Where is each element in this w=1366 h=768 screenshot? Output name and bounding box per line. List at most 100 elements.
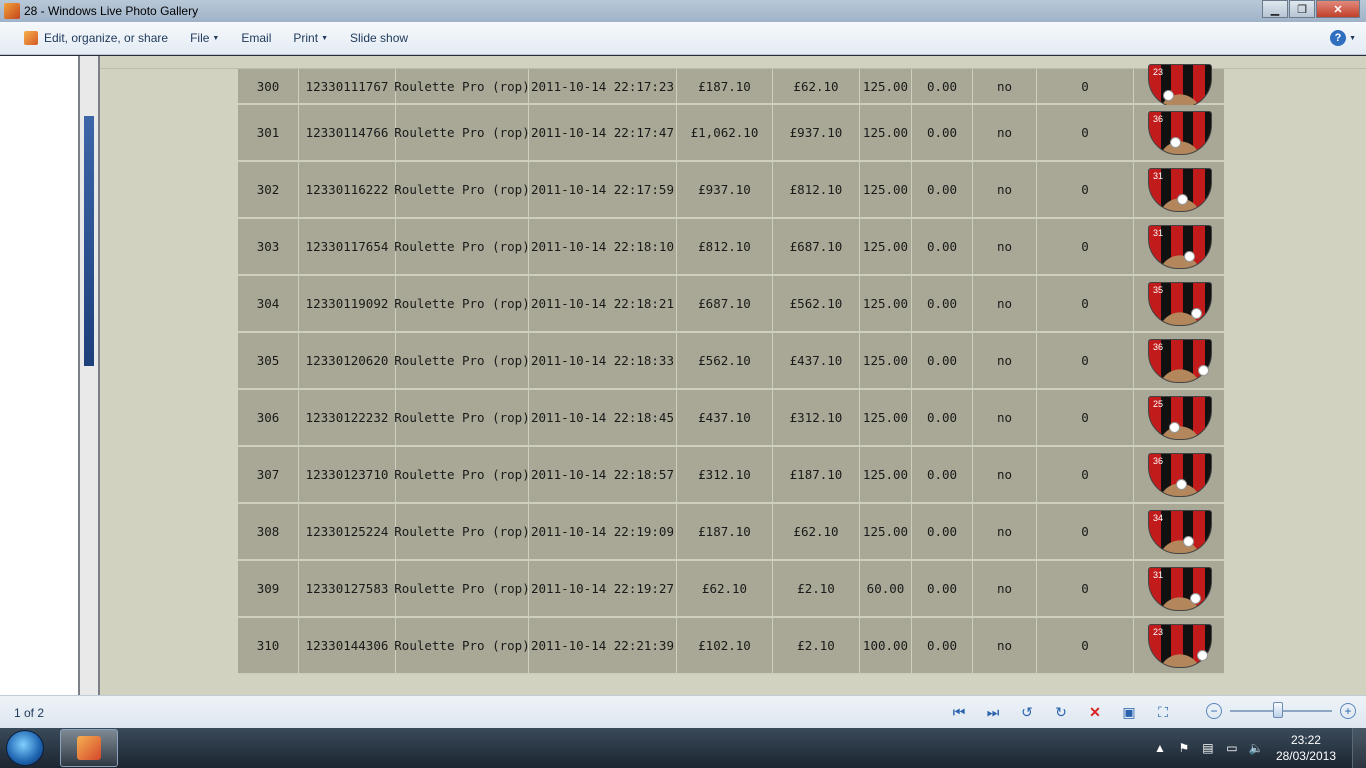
print-menu-label: Print [293, 31, 319, 45]
zoom-in-icon[interactable]: + [1340, 703, 1356, 719]
email-button[interactable]: Email [241, 31, 271, 45]
table-row: 310 12330144306 Roulette Pro (rop) 2011-10-… [238, 618, 1224, 675]
actual-size-icon[interactable]: ⛶ [1152, 702, 1174, 722]
balance-before-cell: £102.10 [677, 618, 773, 673]
rotate-left-icon[interactable]: ↺ [1016, 702, 1038, 722]
game-id-cell: 12330116222 [299, 162, 396, 217]
game-name-cell: Roulette Pro (rop) [394, 276, 530, 331]
edit-organize-share-button[interactable]: Edit, organize, or share [24, 31, 168, 45]
game-name-cell: Roulette Pro (rop) [394, 504, 530, 559]
count-cell: 0 [1037, 504, 1134, 559]
roulette-wheel-thumbnail: 35 [1148, 281, 1212, 326]
roulette-wheel-thumbnail: 25 [1148, 395, 1212, 440]
bet-amount-cell: 125.00 [860, 390, 912, 445]
balance-before-cell: £937.10 [677, 162, 773, 217]
table-row: 302 12330116222 Roulette Pro (rop) 2011-10-… [238, 162, 1224, 219]
count-cell: 0 [1037, 447, 1134, 502]
bonus-flag-cell: no [973, 162, 1037, 217]
start-button[interactable] [6, 730, 44, 766]
balance-after-cell: £937.10 [773, 105, 860, 160]
minimize-button[interactable]: ▁ [1262, 0, 1288, 18]
roulette-ball [1190, 592, 1201, 604]
window-controls: ▁ ❐ ✕ [1261, 0, 1360, 18]
photo-left-edge [78, 56, 100, 695]
game-name-cell: Roulette Pro (rop) [394, 105, 530, 160]
row-number-cell: 304 [238, 276, 299, 331]
table-row: 307 12330123710 Roulette Pro (rop) 2011-10-… [238, 447, 1224, 504]
count-cell: 0 [1037, 561, 1134, 616]
game-name-cell: Roulette Pro (rop) [394, 618, 530, 673]
game-id-cell: 12330123710 [299, 447, 396, 502]
volume-icon[interactable]: 🔈 [1248, 740, 1264, 756]
flag-icon[interactable]: ⚑ [1176, 740, 1192, 756]
restore-button[interactable]: ❐ [1289, 0, 1315, 18]
win-amount-cell: 0.00 [912, 447, 973, 502]
clock[interactable]: 23:22 28/03/2013 [1276, 732, 1336, 764]
count-cell: 0 [1037, 105, 1134, 160]
timestamp-cell: 2011-10-14 22:17:59 [529, 162, 677, 217]
game-name-cell: Roulette Pro (rop) [394, 333, 530, 388]
slide-show-label: Slide show [350, 31, 409, 45]
balance-after-cell: £62.10 [773, 69, 860, 103]
win-amount-cell: 0.00 [912, 504, 973, 559]
slide-show-button[interactable]: Slide show [350, 31, 408, 45]
row-number-cell: 303 [238, 219, 299, 274]
bet-amount-cell: 100.00 [860, 618, 912, 673]
edit-organize-share-label: Edit, organize, or share [44, 31, 169, 45]
row-number-cell: 306 [238, 390, 299, 445]
timestamp-cell: 2011-10-14 22:18:21 [529, 276, 677, 331]
chevron-down-icon[interactable]: ▼ [1349, 35, 1356, 42]
win-amount-cell: 0.00 [912, 618, 973, 673]
wheel-number: 36 [1153, 341, 1164, 352]
zoom-slider-thumb[interactable] [1272, 702, 1283, 718]
close-button[interactable]: ✕ [1316, 0, 1360, 18]
zoom-out-icon[interactable]: − [1206, 703, 1222, 719]
photo-counter: 1 of 2 [14, 706, 45, 720]
timestamp-cell: 2011-10-14 22:17:47 [529, 105, 677, 160]
roulette-ball [1191, 307, 1202, 319]
zoom-slider[interactable] [1230, 702, 1332, 718]
bet-amount-cell: 125.00 [860, 333, 912, 388]
show-hidden-icons-icon[interactable]: ▲ [1152, 740, 1168, 756]
next-icon[interactable]: ⏭ [982, 702, 1004, 722]
taskbar-photo-gallery[interactable] [60, 729, 118, 767]
row-number-cell: 308 [238, 504, 299, 559]
roulette-wheel-thumbnail: 31 [1148, 167, 1212, 212]
roulette-ball [1183, 535, 1194, 547]
bonus-flag-cell: no [973, 333, 1037, 388]
bonus-flag-cell: no [973, 504, 1037, 559]
bet-amount-cell: 125.00 [860, 162, 912, 217]
game-history-table: 300 12330111767 Roulette Pro (rop) 2011-10-… [238, 64, 1224, 675]
network-icon[interactable]: ▭ [1224, 740, 1240, 756]
balance-after-cell: £687.10 [773, 219, 860, 274]
count-cell: 0 [1037, 162, 1134, 217]
win-amount-cell: 0.00 [912, 333, 973, 388]
photo-viewer: 300 12330111767 Roulette Pro (rop) 2011-10-… [0, 56, 1366, 695]
system-tray: ▲ ⚑ ▤ ▭ 🔈 23:22 28/03/2013 [1144, 728, 1336, 768]
show-desktop-button[interactable] [1352, 728, 1366, 768]
win-amount-cell: 0.00 [912, 390, 973, 445]
wheel-number: 31 [1153, 227, 1164, 238]
balance-before-cell: £187.10 [677, 504, 773, 559]
device-icon[interactable]: ▤ [1200, 740, 1216, 756]
balance-after-cell: £2.10 [773, 618, 860, 673]
row-number-cell: 301 [238, 105, 299, 160]
file-menu[interactable]: File ▼ [190, 31, 219, 45]
slideshow-icon[interactable]: ▣ [1118, 702, 1140, 722]
chevron-down-icon: ▼ [321, 34, 328, 42]
previous-icon[interactable]: ⏮ [948, 702, 970, 722]
timestamp-cell: 2011-10-14 22:18:33 [529, 333, 677, 388]
photo-left-bluebar [84, 116, 94, 366]
timestamp-cell: 2011-10-14 22:18:45 [529, 390, 677, 445]
print-menu[interactable]: Print ▼ [293, 31, 328, 45]
taskbar: ▲ ⚑ ▤ ▭ 🔈 23:22 28/03/2013 [0, 728, 1366, 768]
help-icon[interactable]: ? [1330, 30, 1346, 46]
table-row: 308 12330125224 Roulette Pro (rop) 2011-10-… [238, 504, 1224, 561]
photo-gallery-icon [4, 3, 20, 19]
delete-icon[interactable]: ✕ [1084, 702, 1106, 722]
game-id-cell: 12330125224 [299, 504, 396, 559]
wheel-number: 36 [1153, 455, 1164, 466]
game-id-cell: 12330122232 [299, 390, 396, 445]
row-number-cell: 302 [238, 162, 299, 217]
rotate-right-icon[interactable]: ↻ [1050, 702, 1072, 722]
